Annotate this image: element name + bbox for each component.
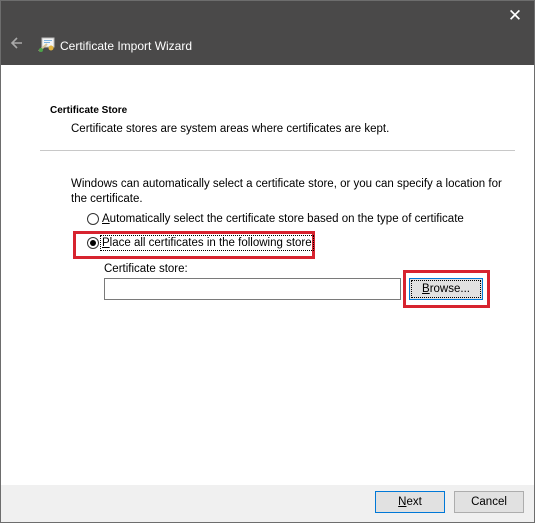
radio-place-in-store-label: Place all certificates in the following … bbox=[100, 235, 314, 251]
instruction-text: Windows can automatically select a certi… bbox=[71, 178, 502, 205]
radio-auto-select-label: Automatically select the certificate sto… bbox=[102, 213, 464, 225]
radio-auto-select-button[interactable] bbox=[87, 213, 99, 225]
wizard-footer: Next Cancel bbox=[1, 485, 534, 522]
window-title: Certificate Import Wizard bbox=[60, 39, 193, 53]
browse-focus-ring bbox=[411, 280, 481, 298]
back-arrow-icon[interactable] bbox=[10, 36, 24, 50]
certificate-wizard-icon bbox=[38, 37, 55, 52]
title-bar: ✕ Certificate Import Wizard bbox=[1, 1, 534, 65]
divider bbox=[40, 150, 515, 151]
certificate-store-label: Certificate store: bbox=[104, 263, 188, 275]
wizard-content: Certificate Store Certificate stores are… bbox=[1, 65, 534, 485]
radio-auto-select[interactable]: Automatically select the certificate sto… bbox=[87, 213, 464, 225]
radio-place-in-store-button[interactable] bbox=[87, 237, 99, 249]
wizard-window: ✕ Certificate Import Wizard Certificate … bbox=[0, 0, 535, 523]
radio-place-in-store[interactable]: Place all certificates in the following … bbox=[87, 235, 314, 251]
section-description: Certificate stores are system areas wher… bbox=[71, 123, 390, 135]
next-button[interactable]: Next bbox=[375, 491, 445, 513]
certificate-store-input[interactable] bbox=[104, 278, 401, 300]
close-icon[interactable]: ✕ bbox=[506, 7, 524, 25]
cancel-button[interactable]: Cancel bbox=[454, 491, 524, 513]
browse-button[interactable]: Browse... bbox=[409, 278, 483, 300]
section-title: Certificate Store bbox=[50, 105, 128, 116]
